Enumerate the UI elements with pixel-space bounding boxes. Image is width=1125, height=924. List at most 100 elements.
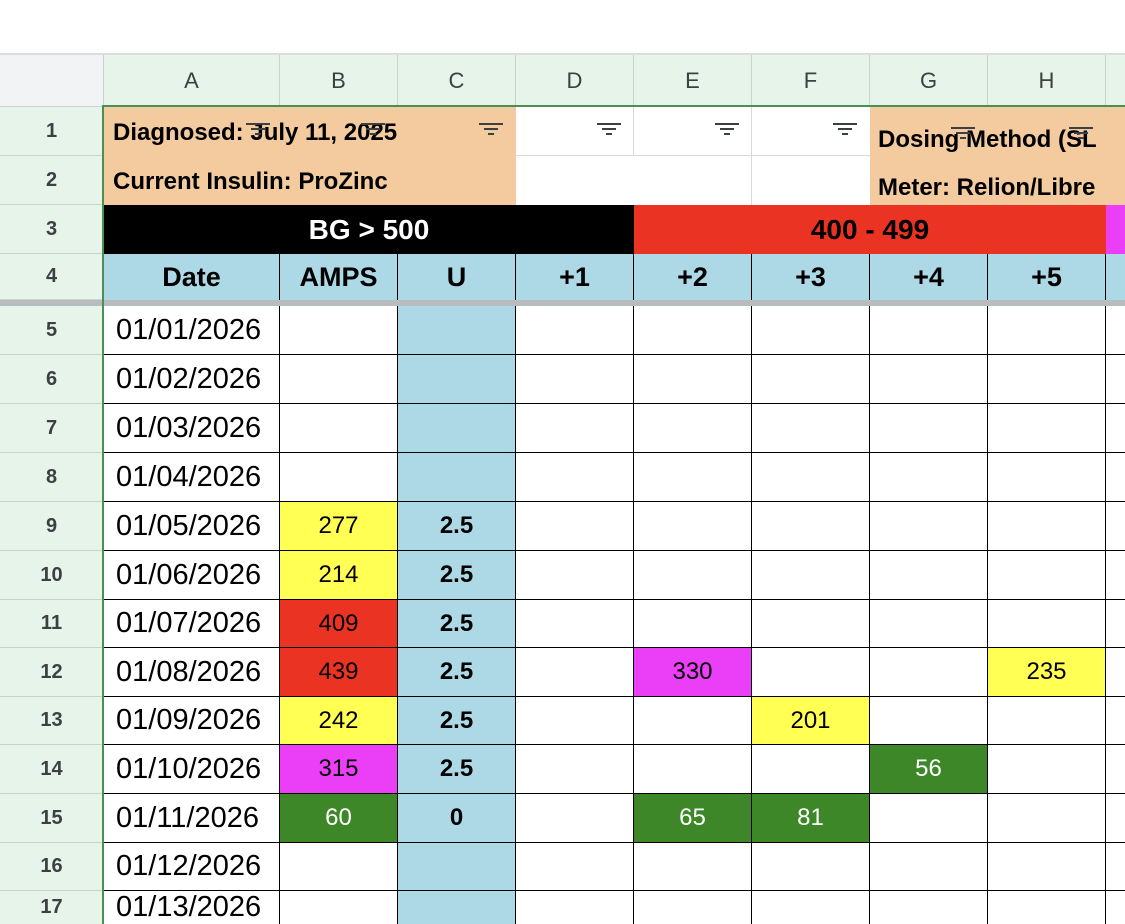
reading-cell-h16[interactable] bbox=[988, 843, 1106, 891]
row-header-10[interactable]: 10 bbox=[0, 551, 104, 600]
date-cell[interactable]: 01/05/2026 bbox=[104, 502, 280, 551]
amps-cell[interactable]: 242 bbox=[280, 697, 398, 745]
reading-cell-g12[interactable] bbox=[870, 648, 988, 697]
header-plus6[interactable] bbox=[1106, 254, 1125, 300]
bg-over-500-band[interactable]: BG > 500 bbox=[104, 205, 634, 254]
amps-cell[interactable] bbox=[280, 404, 398, 453]
reading-cell-f10[interactable] bbox=[752, 551, 870, 600]
filter-icon[interactable] bbox=[950, 126, 976, 140]
amps-cell[interactable] bbox=[280, 306, 398, 355]
column-header-h[interactable]: H bbox=[988, 55, 1106, 107]
date-cell[interactable]: 01/07/2026 bbox=[104, 600, 280, 648]
reading-cell-f13[interactable]: 201 bbox=[752, 697, 870, 745]
reading-cell-h17[interactable] bbox=[988, 891, 1106, 924]
reading-cell-i10[interactable] bbox=[1106, 551, 1125, 600]
reading-cell-i6[interactable] bbox=[1106, 355, 1125, 404]
reading-cell-d13[interactable] bbox=[516, 697, 634, 745]
reading-cell-i13[interactable] bbox=[1106, 697, 1125, 745]
reading-cell-f9[interactable] bbox=[752, 502, 870, 551]
units-cell[interactable] bbox=[398, 843, 516, 891]
reading-cell-f5[interactable] bbox=[752, 306, 870, 355]
reading-cell-f6[interactable] bbox=[752, 355, 870, 404]
reading-cell-f12[interactable] bbox=[752, 648, 870, 697]
reading-cell-d12[interactable] bbox=[516, 648, 634, 697]
units-cell[interactable]: 2.5 bbox=[398, 600, 516, 648]
reading-cell-i16[interactable] bbox=[1106, 843, 1125, 891]
header-plus4[interactable]: +4 bbox=[870, 254, 988, 300]
reading-cell-h7[interactable] bbox=[988, 404, 1106, 453]
column-header-e[interactable]: E bbox=[634, 55, 752, 107]
reading-cell-i17[interactable] bbox=[1106, 891, 1125, 924]
date-cell[interactable]: 01/06/2026 bbox=[104, 551, 280, 600]
reading-cell-h15[interactable] bbox=[988, 794, 1106, 843]
reading-cell-g17[interactable] bbox=[870, 891, 988, 924]
date-cell[interactable]: 01/08/2026 bbox=[104, 648, 280, 697]
row-header-9[interactable]: 9 bbox=[0, 502, 104, 551]
row-header-16[interactable]: 16 bbox=[0, 843, 104, 891]
reading-cell-i7[interactable] bbox=[1106, 404, 1125, 453]
reading-cell-d6[interactable] bbox=[516, 355, 634, 404]
cell-f2[interactable] bbox=[752, 156, 870, 205]
reading-cell-h9[interactable] bbox=[988, 502, 1106, 551]
date-cell[interactable]: 01/03/2026 bbox=[104, 404, 280, 453]
column-header-i[interactable] bbox=[1106, 55, 1125, 107]
header-amps[interactable]: AMPS bbox=[280, 254, 398, 300]
reading-cell-h6[interactable] bbox=[988, 355, 1106, 404]
reading-cell-i9[interactable] bbox=[1106, 502, 1125, 551]
reading-cell-e7[interactable] bbox=[634, 404, 752, 453]
column-header-f[interactable]: F bbox=[752, 55, 870, 107]
filter-icon[interactable] bbox=[596, 122, 622, 136]
reading-cell-h12[interactable]: 235 bbox=[988, 648, 1106, 697]
row-header-5[interactable]: 5 bbox=[0, 306, 104, 355]
reading-cell-i11[interactable] bbox=[1106, 600, 1125, 648]
magenta-band-edge[interactable] bbox=[1106, 205, 1125, 254]
reading-cell-e9[interactable] bbox=[634, 502, 752, 551]
date-cell[interactable]: 01/12/2026 bbox=[104, 843, 280, 891]
amps-cell[interactable]: 439 bbox=[280, 648, 398, 697]
reading-cell-i8[interactable] bbox=[1106, 453, 1125, 502]
units-cell[interactable]: 2.5 bbox=[398, 502, 516, 551]
reading-cell-e11[interactable] bbox=[634, 600, 752, 648]
row-header-2[interactable]: 2 bbox=[0, 156, 104, 205]
date-cell[interactable]: 01/01/2026 bbox=[104, 306, 280, 355]
row-header-6[interactable]: 6 bbox=[0, 355, 104, 404]
amps-cell[interactable]: 60 bbox=[280, 794, 398, 843]
reading-cell-h10[interactable] bbox=[988, 551, 1106, 600]
reading-cell-e14[interactable] bbox=[634, 745, 752, 794]
reading-cell-h14[interactable] bbox=[988, 745, 1106, 794]
reading-cell-d16[interactable] bbox=[516, 843, 634, 891]
reading-cell-h8[interactable] bbox=[988, 453, 1106, 502]
reading-cell-g10[interactable] bbox=[870, 551, 988, 600]
header-plus5[interactable]: +5 bbox=[988, 254, 1106, 300]
header-plus3[interactable]: +3 bbox=[752, 254, 870, 300]
reading-cell-g16[interactable] bbox=[870, 843, 988, 891]
reading-cell-d10[interactable] bbox=[516, 551, 634, 600]
reading-cell-e13[interactable] bbox=[634, 697, 752, 745]
row-header-14[interactable]: 14 bbox=[0, 745, 104, 794]
reading-cell-f7[interactable] bbox=[752, 404, 870, 453]
dosing-method-cell[interactable]: Dosing Method (SL bbox=[878, 126, 1097, 154]
units-cell[interactable]: 0 bbox=[398, 794, 516, 843]
units-cell[interactable]: 2.5 bbox=[398, 551, 516, 600]
units-cell[interactable] bbox=[398, 891, 516, 924]
reading-cell-i12[interactable] bbox=[1106, 648, 1125, 697]
date-cell[interactable]: 01/02/2026 bbox=[104, 355, 280, 404]
filter-icon[interactable] bbox=[1068, 126, 1094, 140]
row-header-1[interactable]: 1 bbox=[0, 107, 104, 156]
reading-cell-e12[interactable]: 330 bbox=[634, 648, 752, 697]
reading-cell-i5[interactable] bbox=[1106, 306, 1125, 355]
reading-cell-e8[interactable] bbox=[634, 453, 752, 502]
header-plus2[interactable]: +2 bbox=[634, 254, 752, 300]
reading-cell-e16[interactable] bbox=[634, 843, 752, 891]
row-header-15[interactable]: 15 bbox=[0, 794, 104, 843]
cell-d2[interactable] bbox=[516, 156, 752, 205]
reading-cell-f15[interactable]: 81 bbox=[752, 794, 870, 843]
row-header-17[interactable]: 17 bbox=[0, 891, 104, 924]
date-cell[interactable]: 01/13/2026 bbox=[104, 891, 280, 924]
reading-cell-f8[interactable] bbox=[752, 453, 870, 502]
column-header-c[interactable]: C bbox=[398, 55, 516, 107]
date-cell[interactable]: 01/10/2026 bbox=[104, 745, 280, 794]
column-header-g[interactable]: G bbox=[870, 55, 988, 107]
reading-cell-d7[interactable] bbox=[516, 404, 634, 453]
reading-cell-f17[interactable] bbox=[752, 891, 870, 924]
